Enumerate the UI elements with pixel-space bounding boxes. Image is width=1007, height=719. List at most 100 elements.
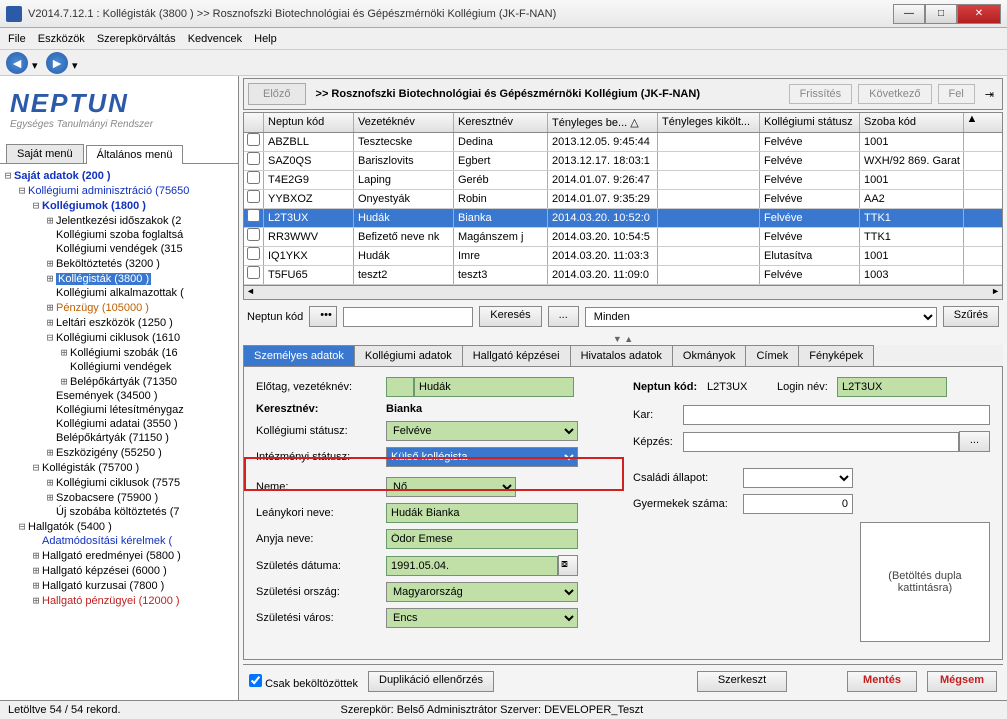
tree-node[interactable]: Adatmódosítási kérelmek ( — [2, 534, 236, 548]
tree-node[interactable]: ⊞Hallgató kurzusai (7800 ) — [2, 578, 236, 593]
nav-forward-menu[interactable]: ▾ — [72, 59, 82, 67]
data-grid[interactable]: Neptun kódVezetéknévKeresztnévTényleges … — [243, 112, 1003, 300]
filter-button[interactable]: Szűrés — [943, 306, 999, 327]
next-button[interactable]: Következő — [858, 84, 931, 104]
csal-select[interactable] — [743, 468, 853, 488]
col-header[interactable]: Kollégiumi státusz — [760, 113, 860, 132]
filter-select[interactable]: Minden — [585, 307, 937, 327]
tree-node[interactable]: Új szobába költöztetés (7 — [2, 505, 236, 519]
detail-tab[interactable]: Okmányok — [672, 345, 747, 366]
cancel-button[interactable]: Mégsem — [927, 671, 997, 692]
col-header[interactable]: Tényleges kikölt... — [658, 113, 760, 132]
table-row[interactable]: T5FU65teszt2teszt32014.03.20. 11:09:0Fel… — [244, 266, 1002, 285]
table-row[interactable]: ABZBLLTesztecskeDedina2013.12.05. 9:45:4… — [244, 133, 1002, 152]
tree-node[interactable]: ⊞Leltári eszközök (1250 ) — [2, 315, 236, 330]
only-moved-checkbox[interactable]: Csak beköltözöttek — [249, 674, 358, 690]
menu-help[interactable]: Help — [254, 33, 277, 45]
col-header[interactable]: Keresztnév — [454, 113, 548, 132]
detail-tab[interactable]: Fényképek — [798, 345, 874, 366]
table-row[interactable]: T4E2G9LapingGeréb2014.01.07. 9:26:47Felv… — [244, 171, 1002, 190]
tree-node[interactable]: ⊟Saját adatok (200 ) — [2, 168, 236, 183]
calendar-icon[interactable]: ⧇ — [558, 555, 578, 576]
table-row[interactable]: L2T3UXHudákBianka2014.03.20. 10:52:0Felv… — [244, 209, 1002, 228]
leany-input[interactable] — [386, 503, 578, 523]
table-row[interactable]: SAZ0QSBariszlovitsEgbert2013.12.17. 18:0… — [244, 152, 1002, 171]
search-button[interactable]: Keresés — [479, 306, 541, 327]
tree-node[interactable]: ⊞Kollégisták (3800 ) — [2, 271, 236, 286]
refresh-button[interactable]: Frissítés — [789, 84, 853, 104]
tree-node[interactable]: Belépőkártyák (71150 ) — [2, 431, 236, 445]
search-input[interactable] — [343, 307, 473, 327]
nav-tree[interactable]: ⊟Saját adatok (200 )⊟Kollégiumi adminisz… — [0, 164, 238, 700]
pin-icon[interactable]: ⇥ — [981, 88, 998, 101]
dup-check-button[interactable]: Duplikáció ellenőrzés — [368, 671, 494, 692]
edit-button[interactable]: Szerkeszt — [697, 671, 787, 692]
tree-node[interactable]: Események (34500 ) — [2, 389, 236, 403]
kepz-more-button[interactable]: ... — [959, 431, 990, 452]
grid-scrollbar[interactable] — [244, 285, 1002, 299]
tree-node[interactable]: ⊟Kollégiumok (1800 ) — [2, 198, 236, 213]
varos-select[interactable]: Encs — [386, 608, 578, 628]
tree-node[interactable]: Kollégiumi alkalmazottak ( — [2, 286, 236, 300]
tree-node[interactable]: ⊞Eszközigény (55250 ) — [2, 445, 236, 460]
menu-eszközök[interactable]: Eszközök — [38, 33, 85, 45]
kar-input[interactable] — [683, 405, 990, 425]
tree-node[interactable]: ⊞Jelentkezési időszakok (2 — [2, 213, 236, 228]
menu-file[interactable]: File — [8, 33, 26, 45]
tree-node[interactable]: ⊟Kollégiumi ciklusok (1610 — [2, 330, 236, 345]
detail-tab[interactable]: Személyes adatok — [243, 345, 355, 366]
menu-szerepkörváltás[interactable]: Szerepkörváltás — [97, 33, 176, 45]
search-more-button[interactable]: ... — [548, 306, 579, 327]
detail-tab[interactable]: Kollégiumi adatok — [354, 345, 463, 366]
lastname-input[interactable] — [414, 377, 574, 397]
tree-node[interactable]: ⊞Beköltöztetés (3200 ) — [2, 256, 236, 271]
save-button[interactable]: Mentés — [847, 671, 917, 692]
tree-node[interactable]: ⊞Kollégiumi ciklusok (7575 — [2, 475, 236, 490]
tree-node[interactable]: ⊟Kollégisták (75700 ) — [2, 460, 236, 475]
nav-back-menu[interactable]: ▾ — [32, 59, 42, 67]
gyerm-input[interactable] — [743, 494, 853, 514]
maximize-button[interactable]: □ — [925, 4, 957, 24]
tree-node[interactable]: ⊞Hallgató pénzügyei (12000 ) — [2, 593, 236, 608]
tree-node[interactable]: Kollégiumi adatai (3550 ) — [2, 417, 236, 431]
minimize-button[interactable]: — — [893, 4, 925, 24]
tree-node[interactable]: Kollégiumi vendégek — [2, 360, 236, 374]
orsz-select[interactable]: Magyarország — [386, 582, 578, 602]
menu-kedvencek[interactable]: Kedvencek — [188, 33, 242, 45]
tree-node[interactable]: Kollégiumi létesítménygaz — [2, 403, 236, 417]
detail-tab[interactable]: Hivatalos adatok — [570, 345, 673, 366]
tree-node[interactable]: ⊞Hallgató eredményei (5800 ) — [2, 548, 236, 563]
kepz-input[interactable] — [683, 432, 959, 452]
nem-select[interactable]: Nő — [386, 477, 516, 497]
table-row[interactable]: RR3WWVBefizető neve nkMagánszem j2014.03… — [244, 228, 1002, 247]
splitter[interactable]: ▼ ▲ — [243, 333, 1003, 345]
kstat-select[interactable]: Felvéve — [386, 421, 578, 441]
close-button[interactable]: ✕ — [957, 4, 1001, 24]
tree-node[interactable]: ⊞Kollégiumi szobák (16 — [2, 345, 236, 360]
table-row[interactable]: IQ1YKXHudákImre2014.03.20. 11:03:3Elutas… — [244, 247, 1002, 266]
search-mask-button[interactable]: ••• — [309, 306, 337, 327]
photo-placeholder[interactable]: (Betöltés dupla kattintásra) — [860, 522, 990, 642]
istat-select[interactable]: Külső kollégista — [386, 447, 578, 467]
szul-input[interactable] — [386, 556, 558, 576]
tree-node[interactable]: ⊟Kollégiumi adminisztráció (75650 — [2, 183, 236, 198]
tree-node[interactable]: ⊞Belépőkártyák (71350 — [2, 374, 236, 389]
prefix-input[interactable] — [386, 377, 414, 397]
col-header[interactable]: Vezetéknév — [354, 113, 454, 132]
tree-node[interactable]: ⊞Pénzügy (105000 ) — [2, 300, 236, 315]
prev-button[interactable]: Előző — [248, 83, 306, 105]
detail-tab[interactable]: Hallgató képzései — [462, 345, 571, 366]
tree-node[interactable]: Kollégiumi szoba foglaltsá — [2, 228, 236, 242]
tree-node[interactable]: Kollégiumi vendégek (315 — [2, 242, 236, 256]
col-header[interactable]: Szoba kód — [860, 113, 964, 132]
tab-sajat-menu[interactable]: Saját menü — [6, 144, 84, 163]
col-header[interactable]: Tényleges be... △ — [548, 113, 658, 132]
anya-input[interactable] — [386, 529, 578, 549]
up-button[interactable]: Fel — [938, 84, 975, 104]
nav-back-button[interactable]: ◄ — [6, 52, 28, 74]
login-input[interactable] — [837, 377, 947, 397]
tree-node[interactable]: ⊟Hallgatók (5400 ) — [2, 519, 236, 534]
nav-forward-button[interactable]: ► — [46, 52, 68, 74]
col-header[interactable]: Neptun kód — [264, 113, 354, 132]
tab-altalanos-menu[interactable]: Általános menü — [86, 145, 184, 164]
